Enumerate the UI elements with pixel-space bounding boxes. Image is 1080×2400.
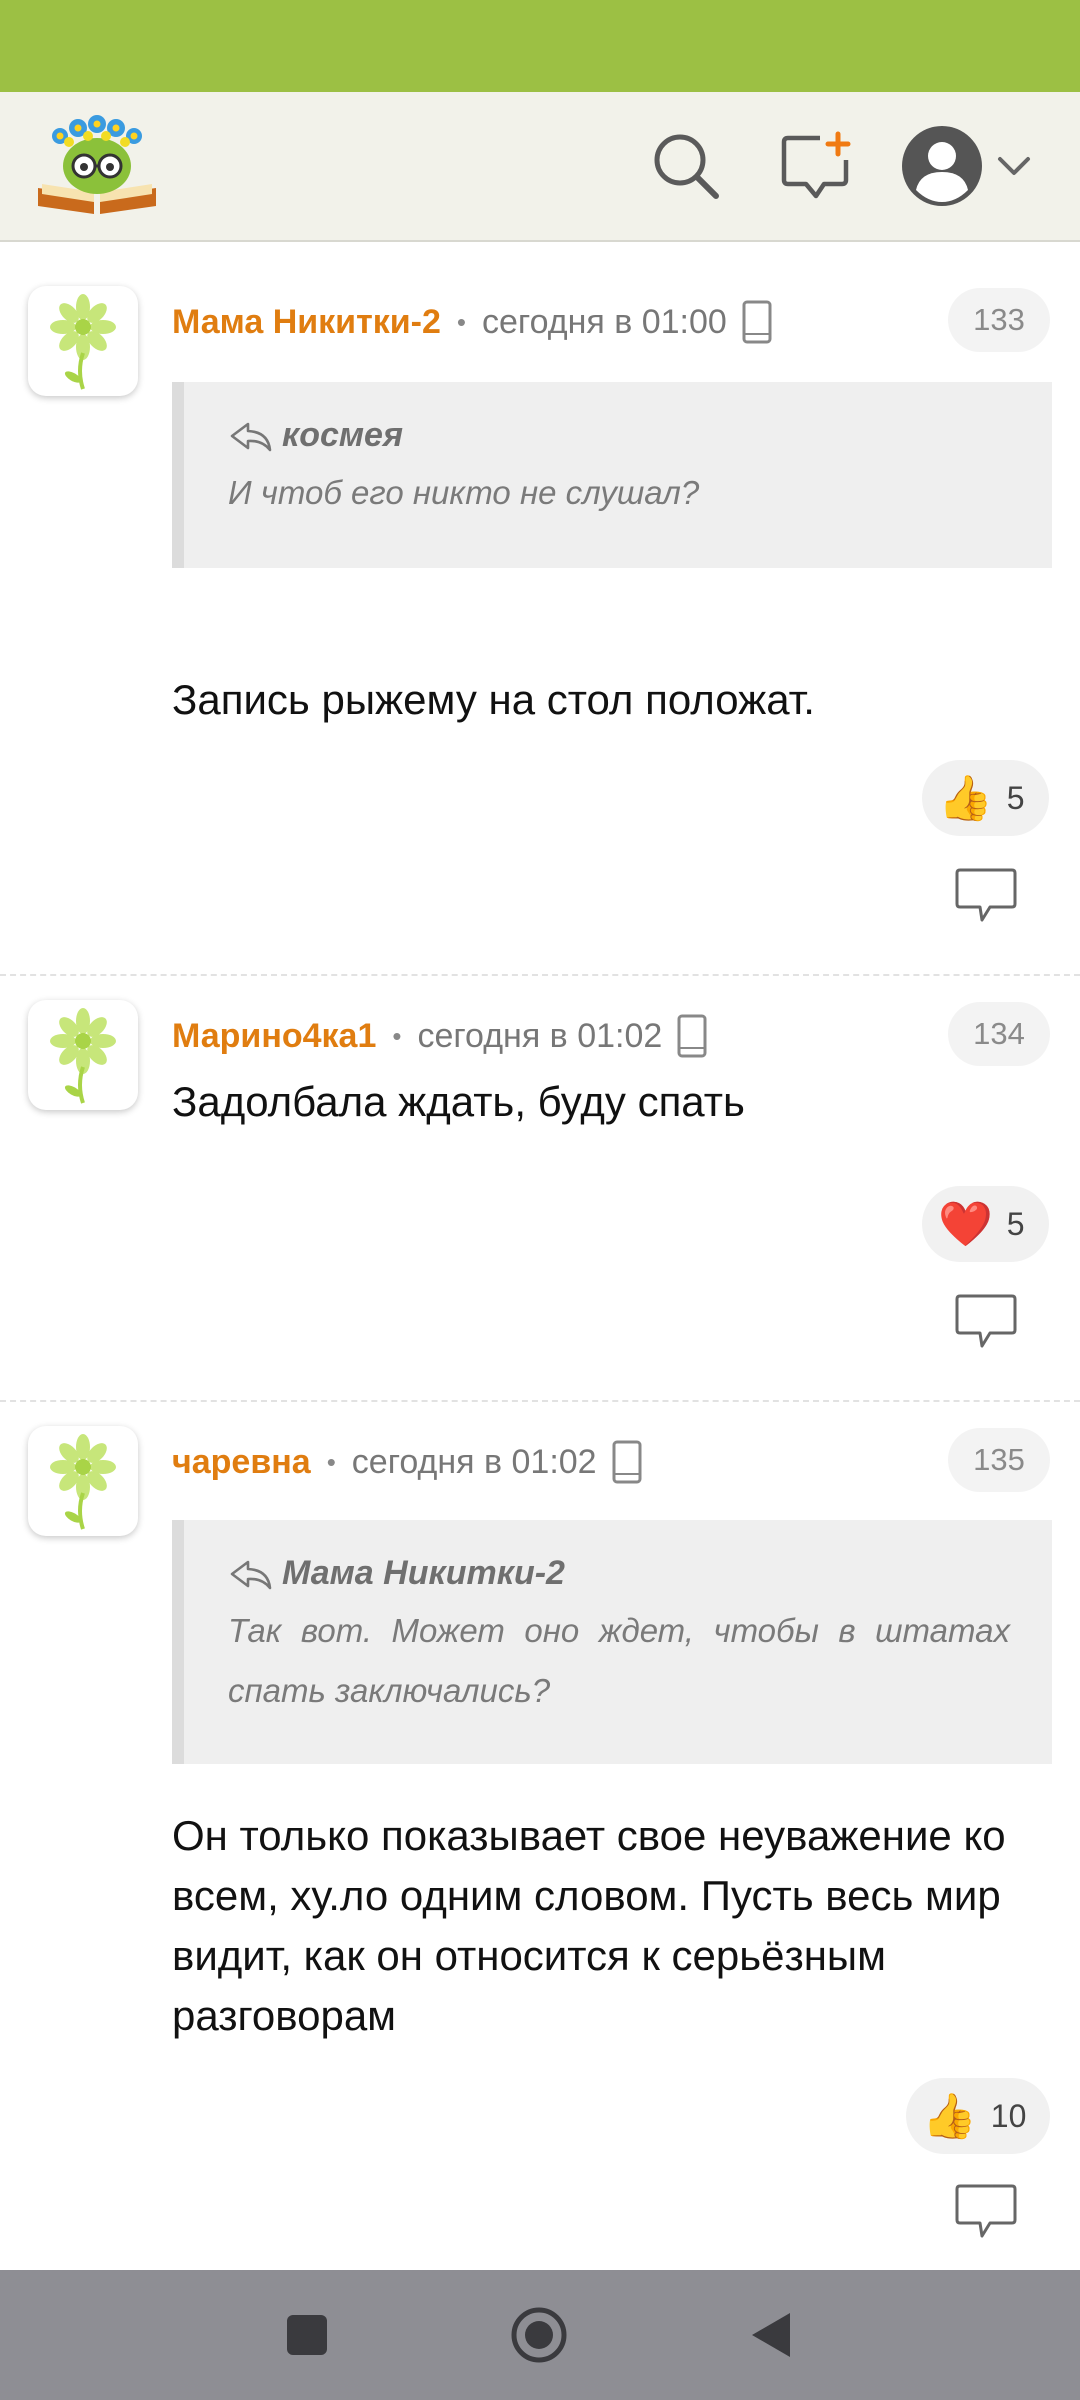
reaction-button[interactable]: 👍 5 (922, 760, 1049, 836)
comment-bubble-icon (955, 1294, 1017, 1348)
comment-item: Мама Никитки-2 • сегодня в 01:00 133 кос… (0, 262, 1080, 976)
reaction-count: 5 (1006, 779, 1025, 816)
comment-time: сегодня в 01:00 (482, 302, 727, 341)
comment-text: Запись рыжему на стол положат. (172, 676, 815, 723)
chevron-down-icon (998, 157, 1030, 175)
reply-button[interactable] (954, 866, 1018, 926)
recents-icon (287, 2315, 327, 2355)
back-button[interactable] (736, 2300, 806, 2370)
home-button[interactable] (504, 2300, 574, 2370)
separator-dot: • (392, 1020, 402, 1051)
reply-arrow-icon (230, 1560, 272, 1589)
new-post-button[interactable] (770, 120, 862, 212)
quote-author-name: космея (282, 416, 403, 454)
comment-meta: Мама Никитки-2 • сегодня в 01:00 (172, 299, 773, 345)
comment-number-badge[interactable]: 133 (948, 288, 1050, 352)
reaction-button[interactable]: 👍 10 (906, 2078, 1051, 2154)
reaction-button[interactable]: ❤️ 5 (922, 1186, 1049, 1262)
new-post-icon (781, 131, 851, 199)
home-icon (511, 2307, 567, 2363)
heart-icon: ❤️ (938, 1200, 993, 1249)
quote-author: космея (228, 416, 1010, 455)
system-nav-bar (0, 2270, 1080, 2400)
comment-author[interactable]: чаревна (172, 1443, 311, 1482)
app-header (0, 92, 1080, 242)
thumbs-up-icon: 👍 (922, 2092, 977, 2141)
quote-block: Мама Никитки-2 Так вот. Может оно ждет, … (172, 1520, 1052, 1764)
avatar[interactable] (28, 1426, 138, 1536)
comment-text: Задолбала ждать, буду спать (172, 1078, 745, 1125)
avatar[interactable] (28, 1000, 138, 1110)
comment-number-badge[interactable]: 134 (948, 1002, 1050, 1066)
comment-text: Он только показывает свое неуважение ко … (172, 1812, 1006, 2039)
reply-button[interactable] (954, 1292, 1018, 1352)
reaction-count: 10 (990, 2097, 1027, 2134)
comment-meta: Марино4ка1 • сегодня в 01:02 (172, 1013, 708, 1059)
comment-bubble-icon (955, 2184, 1017, 2238)
comment-item: Марино4ка1 • сегодня в 01:02 134 Задолба… (0, 976, 1080, 1402)
search-button[interactable] (640, 120, 732, 212)
separator-dot: • (456, 306, 466, 337)
site-logo[interactable] (34, 110, 160, 220)
separator-dot: • (326, 1446, 336, 1477)
back-icon (752, 2313, 790, 2357)
quote-author: Мама Никитки-2 (228, 1554, 1010, 1593)
comment-author[interactable]: Марино4ка1 (172, 1017, 376, 1056)
mobile-device-icon (741, 299, 773, 345)
mobile-device-icon (611, 1439, 643, 1485)
status-bar (0, 0, 1080, 92)
flower-icon (50, 294, 116, 390)
comment-number-badge[interactable]: 135 (948, 1428, 1050, 1492)
avatar[interactable] (28, 286, 138, 396)
profile-icon (902, 126, 982, 206)
reply-arrow-icon (230, 422, 272, 451)
quote-block: космея И чтоб его никто не слушал? (172, 382, 1052, 568)
thumbs-up-icon: 👍 (938, 774, 993, 823)
comment-bubble-icon (955, 868, 1017, 922)
quote-text: И чтоб его никто не слушал? (228, 474, 700, 511)
reaction-count: 5 (1006, 1205, 1025, 1242)
comment-author[interactable]: Мама Никитки-2 (172, 303, 441, 342)
flower-icon (50, 1008, 116, 1104)
quote-author-name: Мама Никитки-2 (282, 1554, 565, 1592)
flower-icon (50, 1434, 116, 1530)
mobile-device-icon (676, 1013, 708, 1059)
recents-button[interactable] (272, 2300, 342, 2370)
comment-meta: чаревна • сегодня в 01:02 (172, 1439, 643, 1485)
profile-menu-button[interactable] (892, 116, 1042, 216)
comment-time: сегодня в 01:02 (417, 1016, 663, 1055)
comment-time: сегодня в 01:02 (351, 1442, 597, 1481)
reply-button[interactable] (954, 2182, 1018, 2242)
quote-text: Так вот. Может оно ждет, чтобы в штатах … (228, 1612, 1010, 1709)
search-icon (654, 134, 719, 199)
comment-item: чаревна • сегодня в 01:02 135 Мама Никит… (0, 1402, 1080, 2270)
